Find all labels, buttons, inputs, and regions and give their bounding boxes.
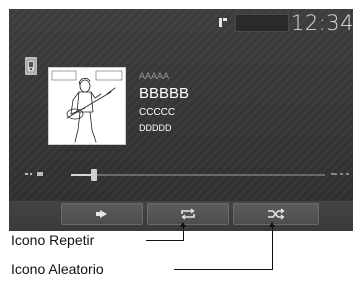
elapsed-time-icon (25, 171, 45, 179)
figure-frame: 12:34 AAAAA BBBBB CCCCC DDDDD Icono Repe… (0, 0, 360, 284)
status-bar: 12:34 (9, 9, 355, 37)
signal-icon (217, 15, 229, 29)
callout-shuffle-line-h (174, 269, 273, 270)
status-indicator (235, 14, 289, 32)
source-icon[interactable] (25, 57, 37, 75)
repeat-icon (179, 208, 197, 220)
callout-shuffle-arrow (269, 222, 275, 227)
repeat-button[interactable] (147, 203, 229, 225)
album-art (48, 67, 126, 145)
callout-shuffle-label: Icono Aleatorio (11, 261, 104, 277)
callout-repeat-line-h (146, 240, 184, 241)
remaining-time-icon (331, 171, 351, 179)
play-button[interactable] (61, 203, 143, 225)
shuffle-button[interactable] (233, 203, 319, 225)
track-line-c: CCCCC (139, 107, 176, 118)
callout-repeat-arrow (180, 222, 186, 227)
callout-repeat-label: Icono Repetir (11, 232, 95, 248)
track-line-a: AAAAA (139, 71, 170, 81)
track-line-d: DDDDD (139, 123, 172, 133)
clock: 12:34 (291, 11, 355, 35)
progress-thumb[interactable] (90, 169, 97, 181)
track-title: BBBBB (139, 85, 190, 102)
progress-bar[interactable] (71, 169, 325, 181)
play-icon (95, 209, 109, 219)
shuffle-icon (267, 208, 285, 220)
audio-screen: 12:34 AAAAA BBBBB CCCCC DDDDD (9, 9, 355, 231)
callout-shuffle-line-v (272, 224, 273, 270)
